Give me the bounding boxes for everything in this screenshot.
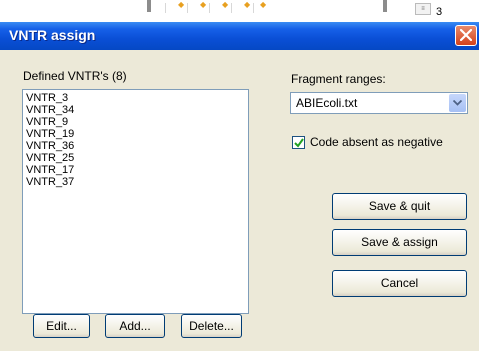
code-absent-checkbox[interactable] [292, 136, 305, 149]
checkmark-icon [294, 138, 304, 148]
background-marker-icon: ◆ [244, 0, 251, 9]
vntr-assign-dialog: VNTR assign Defined VNTR's (8) VNTR_3 VN… [0, 22, 479, 351]
background-divider [383, 0, 387, 12]
vntr-listbox[interactable]: VNTR_3 VNTR_34 VNTR_9 VNTR_19 VNTR_36 VN… [22, 89, 249, 314]
close-button[interactable] [455, 25, 477, 46]
background-cell-number: 3 [436, 6, 443, 18]
list-item[interactable]: VNTR_34 [26, 104, 248, 116]
list-item[interactable]: VNTR_3 [26, 92, 248, 104]
fragment-ranges-value: ABIEcoli.txt [296, 96, 358, 110]
code-absent-label: Code absent as negative [310, 135, 443, 149]
save-and-quit-button[interactable]: Save & quit [332, 193, 467, 220]
delete-button[interactable]: Delete... [181, 314, 242, 338]
background-cell [187, 3, 210, 13]
list-item[interactable]: VNTR_37 [26, 176, 248, 188]
title-bar[interactable]: VNTR assign [0, 22, 479, 50]
background-window-strip: ◆ ◆ ◆ ◆ ◆ ≡ 3 [0, 0, 479, 22]
background-cell [165, 3, 188, 13]
background-divider [147, 0, 151, 12]
dropdown-button[interactable] [449, 94, 466, 112]
defined-vntr-label: Defined VNTR's (8) [23, 69, 127, 83]
dialog-title: VNTR assign [9, 27, 96, 43]
close-icon [460, 29, 472, 41]
background-cell [209, 3, 232, 13]
list-item[interactable]: VNTR_36 [26, 140, 248, 152]
list-item[interactable]: VNTR_9 [26, 116, 248, 128]
background-marker-icon: ◆ [222, 0, 229, 9]
background-marker-icon: ◆ [200, 0, 207, 9]
cancel-button[interactable]: Cancel [332, 270, 467, 297]
edit-button[interactable]: Edit... [33, 314, 90, 338]
background-cell [231, 3, 254, 13]
list-item[interactable]: VNTR_17 [26, 164, 248, 176]
list-item[interactable]: VNTR_19 [26, 128, 248, 140]
fragment-ranges-select[interactable]: ABIEcoli.txt [290, 92, 468, 114]
background-toolbar-icon: ≡ [415, 3, 431, 15]
list-item[interactable]: VNTR_25 [26, 152, 248, 164]
save-and-assign-button[interactable]: Save & assign [332, 229, 467, 256]
background-marker-icon: ◆ [260, 0, 267, 9]
add-button[interactable]: Add... [105, 314, 165, 338]
fragment-ranges-label: Fragment ranges: [291, 72, 386, 86]
background-marker-icon: ◆ [178, 0, 185, 9]
chevron-down-icon [453, 100, 462, 106]
